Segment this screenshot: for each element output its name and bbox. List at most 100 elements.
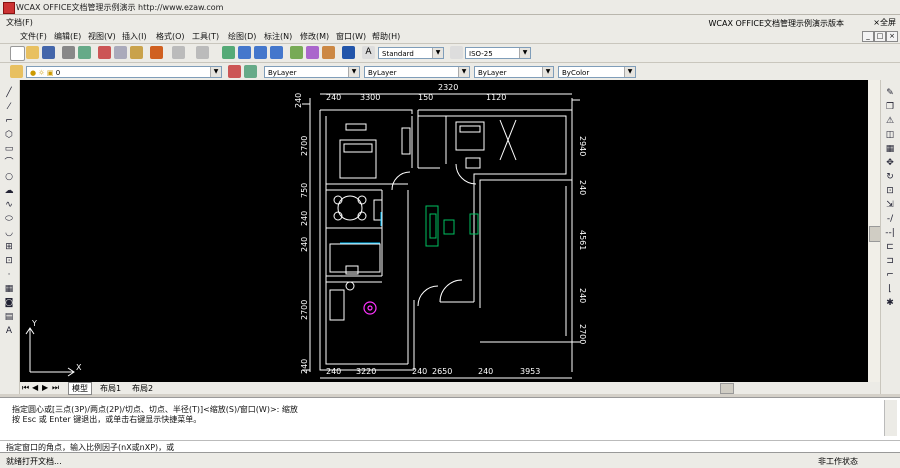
spline-icon[interactable]: ∿ <box>4 200 14 210</box>
zoom-window-icon[interactable] <box>254 46 267 59</box>
design-center-icon[interactable] <box>306 46 319 59</box>
drawing-canvas[interactable]: Y X 240 3300 150 2320 1120 240 3220 240 … <box>20 80 868 382</box>
copy-icon[interactable] <box>114 46 127 59</box>
standard-toolbar: A Standard ▼ ISO-25 ▼ <box>0 44 900 63</box>
plotstyle-select[interactable]: ByColor ▼ <box>558 66 636 78</box>
hatch-icon[interactable]: ▦ <box>4 284 14 294</box>
polyline-icon[interactable]: ⌐ <box>4 116 14 126</box>
menu-file[interactable]: 文件(F) <box>20 31 47 42</box>
minimize-icon[interactable]: _ <box>862 31 874 42</box>
layer-select[interactable]: ● ☼ ▣ 0 ▼ <box>26 66 222 78</box>
fullscreen-button[interactable]: ×全屏 <box>873 17 896 28</box>
stretch-icon[interactable]: ⇲ <box>885 200 895 210</box>
chevron-down-icon: ▼ <box>458 67 469 77</box>
menu-draw[interactable]: 绘图(D) <box>228 31 256 42</box>
menu-insert[interactable]: 插入(I) <box>122 31 147 42</box>
dim-style-select[interactable]: ISO-25 ▼ <box>465 47 531 59</box>
save-icon[interactable] <box>42 46 55 59</box>
cut-icon[interactable] <box>98 46 111 59</box>
command-scrollbar[interactable] <box>884 400 897 436</box>
open-icon[interactable] <box>26 46 39 59</box>
color-select[interactable]: ByLayer ▼ <box>264 66 360 78</box>
table-icon[interactable]: ▤ <box>4 312 14 322</box>
point-icon[interactable]: · <box>4 270 14 280</box>
offset-icon[interactable]: ◫ <box>885 130 895 140</box>
polygon-icon[interactable]: ⬡ <box>4 130 14 140</box>
linetype-select[interactable]: ByLayer ▼ <box>364 66 470 78</box>
construction-line-icon[interactable]: ⁄ <box>4 102 14 112</box>
lineweight-select[interactable]: ByLayer ▼ <box>474 66 554 78</box>
menu-dimension[interactable]: 标注(N) <box>264 31 292 42</box>
redo-icon[interactable] <box>196 46 209 59</box>
modify-toolbar: ✎ ❐ ⚠ ◫ ▦ ✥ ↻ ⊡ ⇲ -/ --| ⊏ ⊐ ⌐ ⌊ ✱ <box>880 80 900 394</box>
print-icon[interactable] <box>62 46 75 59</box>
extend-icon[interactable]: --| <box>885 228 895 238</box>
preview-icon[interactable] <box>78 46 91 59</box>
doc-menu[interactable]: 文档(F) <box>6 17 33 28</box>
text-style-value: Standard <box>382 50 414 58</box>
app-icon <box>3 2 15 14</box>
revision-cloud-icon[interactable]: ☁ <box>4 186 14 196</box>
array-icon[interactable]: ▦ <box>885 144 895 154</box>
properties-icon[interactable] <box>290 46 303 59</box>
explode-icon[interactable]: ✱ <box>885 298 895 308</box>
rotate-icon[interactable]: ↻ <box>885 172 895 182</box>
scale-icon[interactable]: ⊡ <box>885 186 895 196</box>
zoom-realtime-icon[interactable] <box>238 46 251 59</box>
tool-palette-icon[interactable] <box>322 46 335 59</box>
undo-icon[interactable] <box>172 46 185 59</box>
menu-view[interactable]: 视图(V) <box>88 31 116 42</box>
zoom-previous-icon[interactable] <box>270 46 283 59</box>
tab-nav-first-icon[interactable]: ⏮ <box>22 383 29 393</box>
right-dim-1: 2940 <box>578 136 587 156</box>
insert-block-icon[interactable]: ⊞ <box>4 242 14 252</box>
menu-format[interactable]: 格式(O) <box>156 31 185 42</box>
menu-help[interactable]: 帮助(H) <box>372 31 400 42</box>
tab-nav-next-icon[interactable]: ▶ <box>42 383 48 392</box>
restore-icon[interactable]: □ <box>874 31 886 42</box>
make-current-icon[interactable] <box>228 65 241 78</box>
vertical-scrollbar[interactable] <box>868 80 881 382</box>
menu-edit[interactable]: 编辑(E) <box>54 31 81 42</box>
erase-icon[interactable]: ✎ <box>885 88 895 98</box>
help-icon[interactable] <box>342 46 355 59</box>
trim-icon[interactable]: -/ <box>885 214 895 224</box>
paste-icon[interactable] <box>130 46 143 59</box>
circle-icon[interactable]: ○ <box>4 172 14 182</box>
layer-manager-icon[interactable] <box>10 65 23 78</box>
break-icon[interactable]: ⊏ <box>885 242 895 252</box>
ellipse-icon[interactable]: ⬭ <box>4 214 14 224</box>
arc-icon[interactable]: ⌒ <box>4 158 14 168</box>
mirror-icon[interactable]: ⚠ <box>885 116 895 126</box>
tab-layout1[interactable]: 布局1 <box>100 383 121 394</box>
tab-nav-last-icon[interactable]: ⏭ <box>52 383 59 393</box>
join-icon[interactable]: ⊐ <box>885 256 895 266</box>
match-properties-icon[interactable] <box>150 46 163 59</box>
layer-previous-icon[interactable] <box>244 65 257 78</box>
mtext-icon[interactable]: A <box>4 326 14 336</box>
move-icon[interactable]: ✥ <box>885 158 895 168</box>
make-block-icon[interactable]: ⊡ <box>4 256 14 266</box>
tab-model[interactable]: 模型 <box>68 382 92 395</box>
rectangle-icon[interactable]: ▭ <box>4 144 14 154</box>
menu-modify[interactable]: 修改(M) <box>300 31 329 42</box>
color-value: ByLayer <box>268 69 297 77</box>
copy-object-icon[interactable]: ❐ <box>885 102 895 112</box>
fillet-icon[interactable]: ⌊ <box>885 284 895 294</box>
close-icon[interactable]: × <box>886 31 898 42</box>
chamfer-icon[interactable]: ⌐ <box>885 270 895 280</box>
menu-window[interactable]: 窗口(W) <box>336 31 366 42</box>
text-style-select[interactable]: Standard ▼ <box>378 47 444 59</box>
horizontal-scroll-thumb[interactable] <box>720 383 734 394</box>
line-icon[interactable]: ╱ <box>4 88 14 98</box>
new-icon[interactable] <box>10 46 25 61</box>
region-icon[interactable]: ◙ <box>4 298 14 308</box>
ellipse-arc-icon[interactable]: ◡ <box>4 228 14 238</box>
command-window[interactable]: 指定圆心或[三点(3P)/两点(2P)/切点、切点、半径(T)]<缩放(S)/窗… <box>0 397 900 440</box>
bottom-dim-4: 2650 <box>432 367 452 376</box>
pan-icon[interactable] <box>222 46 235 59</box>
menu-tools[interactable]: 工具(T) <box>192 31 219 42</box>
top-dim-4: 2320 <box>438 83 458 92</box>
tab-layout2[interactable]: 布局2 <box>132 383 153 394</box>
tab-nav-prev-icon[interactable]: ◀ <box>32 383 38 392</box>
